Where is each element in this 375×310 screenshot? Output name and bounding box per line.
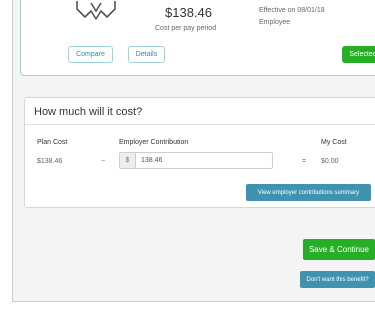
- compare-button[interactable]: Compare: [68, 46, 113, 63]
- plan-price: $138.46: [165, 5, 212, 20]
- panel-divider: [25, 124, 375, 125]
- my-cost-header: My Cost: [321, 139, 347, 146]
- employer-contribution-header: Employer Contribution: [119, 139, 189, 146]
- currency-prefix: $: [120, 153, 136, 168]
- plan-card: $138.46 Cost per pay period Effective on…: [20, 0, 375, 76]
- minus-sign: −: [101, 158, 106, 165]
- save-continue-button[interactable]: Save & Continue: [303, 239, 375, 260]
- plan-cost-header: Plan Cost: [37, 139, 68, 146]
- cost-title: How much will it cost?: [34, 106, 143, 118]
- effective-date: Effective on 08/01/18: [259, 7, 325, 14]
- equals-sign: =: [302, 158, 307, 165]
- view-contributions-summary-button[interactable]: View employer contributions summary: [246, 184, 371, 201]
- employer-contribution-input[interactable]: $ 138.46: [119, 152, 273, 169]
- plan-cost-value: $138.46: [37, 158, 63, 165]
- medical-plan-icon: [76, 1, 116, 20]
- employer-contribution-value[interactable]: 138.46: [136, 153, 272, 168]
- selected-button[interactable]: Selected: [342, 46, 375, 63]
- my-cost-value: $0.00: [321, 158, 339, 165]
- decline-benefit-button[interactable]: Don't want this benefit?: [300, 271, 375, 288]
- price-caption: Cost per pay period: [155, 25, 217, 32]
- details-button[interactable]: Details: [128, 46, 165, 63]
- coverage-tier: Employee: [259, 19, 291, 26]
